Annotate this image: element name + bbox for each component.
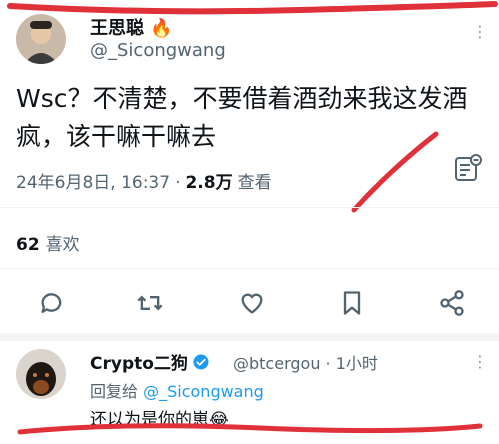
reply-to-line: 回复给 @_Sicongwang [90, 378, 264, 402]
red-annotation-bottom [17, 423, 483, 435]
divider-1 [0, 207, 499, 208]
views-count: 2.8万 [185, 173, 233, 193]
reply-author-handle[interactable]: @btcergou [233, 354, 320, 373]
share-icon[interactable] [438, 289, 466, 317]
author-name[interactable]: 王思聪 🔥 [90, 14, 173, 40]
red-annotation-top [7, 1, 498, 15]
retweet-icon[interactable] [136, 289, 164, 317]
reply-author-meta: @btcergou · 1小时 [233, 350, 378, 374]
reply-text: 还以为是你的崽😂 [90, 405, 229, 430]
tweet-date[interactable]: 24年6月8日, 16:37 [16, 168, 170, 193]
reply-more-options-icon[interactable]: ⋮ [472, 352, 489, 371]
reply-author-avatar[interactable] [16, 349, 66, 399]
likes-count: 62 [16, 235, 40, 255]
views-label: 查看 [237, 173, 272, 193]
divider-2 [0, 268, 499, 269]
reply-to-mention[interactable]: @_Sicongwang [143, 382, 264, 401]
tweet-text-line-1: Wsc？不清楚，不要借着酒劲来我这发酒 [16, 84, 468, 113]
section-separator [0, 333, 499, 341]
likes-label: 喜欢 [45, 235, 80, 255]
author-handle[interactable]: @_Sicongwang [90, 40, 226, 61]
likes-stat[interactable]: 62 喜欢 [16, 230, 80, 255]
reply-time[interactable]: · 1小时 [326, 354, 378, 373]
like-icon[interactable] [238, 289, 266, 317]
tweet-text: Wsc？不清楚，不要借着酒劲来我这发酒 疯，该干嘛干嘛去 [16, 80, 486, 156]
reply-author-name[interactable]: Crypto二狗 [90, 349, 210, 374]
meta-separator: · [175, 173, 181, 193]
author-avatar[interactable] [16, 14, 66, 64]
reply-author-name-text: Crypto二狗 [90, 354, 188, 374]
laughing-emoji-icon: 😂 [209, 410, 229, 430]
fire-icon: 🔥 [150, 18, 173, 39]
author-name-text: 王思聪 [90, 18, 144, 39]
verified-badge-icon [192, 353, 210, 371]
reply-text-body: 还以为是你的崽 [90, 410, 209, 430]
reply-icon[interactable] [38, 289, 66, 317]
tweet-text-line-2: 疯，该干嘛干嘛去 [16, 122, 217, 151]
reply-to-prefix: 回复给 [90, 382, 139, 401]
tweet-meta: 24年6月8日, 16:37 · 2.8万 查看 [16, 168, 272, 193]
more-options-icon[interactable]: ⋮ [472, 22, 489, 41]
bookmark-icon[interactable] [338, 289, 366, 317]
grok-summary-icon[interactable] [452, 152, 484, 184]
